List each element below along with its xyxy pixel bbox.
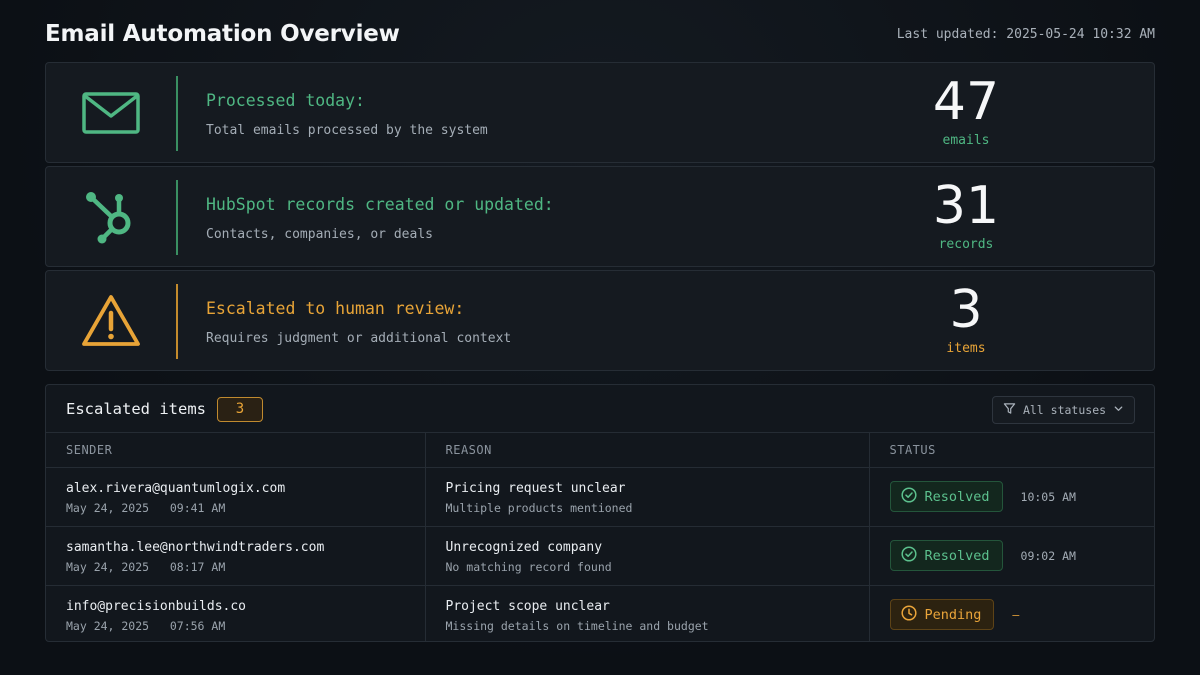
status-badge[interactable]: Resolved <box>889 481 1003 512</box>
panel-header: Escalated items 3 All statuses <box>46 385 1154 433</box>
card-label: Escalated to human review: <box>206 299 465 318</box>
card-divider <box>176 284 178 359</box>
received-date: May 24, 2025 07:56 AM <box>66 618 226 633</box>
card-hubspot-records: HubSpot records created or updated: Cont… <box>45 166 1155 267</box>
status-label: Resolved <box>924 547 990 564</box>
sender-email: samantha.lee@northwindtraders.com <box>66 539 325 555</box>
table-row[interactable]: alex.rivera@quantumlogix.com May 24, 202… <box>46 467 1154 527</box>
card-label: HubSpot records created or updated: <box>206 195 554 214</box>
card-divider <box>176 180 178 255</box>
column-header-reason[interactable]: REASON <box>424 433 869 468</box>
status-time: — <box>1012 607 1020 622</box>
reason-detail: No matching record found <box>445 559 612 574</box>
status-cell: Resolved 10:05 AM <box>868 467 1154 527</box>
sender-email: info@precisionbuilds.co <box>66 598 247 614</box>
metric-unit: records <box>938 237 994 252</box>
hubspot-icon <box>76 189 146 245</box>
clock-icon <box>900 604 917 625</box>
table-row[interactable]: info@precisionbuilds.co May 24, 2025 07:… <box>46 585 1154 641</box>
escalated-items-panel: Escalated items 3 All statuses SENDER RE… <box>45 384 1155 642</box>
status-label: Pending <box>924 606 982 623</box>
sender-cell: info@precisionbuilds.co May 24, 2025 07:… <box>46 585 425 641</box>
mail-icon <box>76 85 146 141</box>
received-date: May 24, 2025 09:41 AM <box>66 500 226 515</box>
filter-icon <box>1003 402 1016 418</box>
reason-detail: Missing details on timeline and budget <box>445 618 709 633</box>
page-header: Email Automation Overview Last updated: … <box>45 18 1155 50</box>
sender-cell: samantha.lee@northwindtraders.com May 24… <box>46 526 425 586</box>
filter-label: All statuses <box>1022 403 1107 417</box>
reason-cell: Project scope unclear Missing details on… <box>424 585 869 641</box>
reason-title: Pricing request unclear <box>445 480 626 496</box>
status-filter-dropdown[interactable]: All statuses <box>992 396 1135 424</box>
column-header-status[interactable]: STATUS <box>868 433 1154 468</box>
card-metric: 31 records <box>866 177 1066 252</box>
metric-value: 3 <box>949 280 983 340</box>
status-time: 09:02 AM <box>1020 548 1076 563</box>
table-row[interactable]: samantha.lee@northwindtraders.com May 24… <box>46 526 1154 586</box>
status-label: Resolved <box>924 488 990 505</box>
escalated-items-table: SENDER REASON STATUS alex.rivera@quantum… <box>46 433 1154 641</box>
reason-title: Unrecognized company <box>445 539 603 555</box>
card-escalated-review: Escalated to human review: Requires judg… <box>45 270 1155 371</box>
card-divider <box>176 76 178 151</box>
card-processed-today: Processed today: Total emails processed … <box>45 62 1155 163</box>
chevron-down-icon <box>1113 403 1124 417</box>
status-cell: Resolved 09:02 AM <box>868 526 1154 586</box>
escalated-count-badge: 3 <box>217 397 263 422</box>
panel-title: Escalated items <box>66 400 206 418</box>
sender-email: alex.rivera@quantumlogix.com <box>66 480 286 496</box>
status-badge[interactable]: Pending <box>889 599 995 630</box>
reason-cell: Pricing request unclear Multiple product… <box>424 467 869 527</box>
last-updated-timestamp: Last updated: 2025-05-24 10:32 AM <box>896 26 1155 42</box>
sender-cell: alex.rivera@quantumlogix.com May 24, 202… <box>46 467 425 527</box>
status-cell: Pending — <box>868 585 1154 641</box>
received-date: May 24, 2025 08:17 AM <box>66 559 226 574</box>
metric-value: 47 <box>932 72 1000 132</box>
metric-unit: items <box>946 341 986 356</box>
reason-title: Project scope unclear <box>445 598 610 614</box>
metric-unit: emails <box>942 133 990 148</box>
warning-icon <box>76 293 146 349</box>
card-description: Requires judgment or additional context <box>206 331 512 346</box>
check-circle-icon <box>900 545 917 566</box>
card-label: Processed today: <box>206 91 365 110</box>
page-title: Email Automation Overview <box>45 21 400 47</box>
metric-value: 31 <box>932 176 1000 236</box>
card-metric: 47 emails <box>866 73 1066 148</box>
card-description: Contacts, companies, or deals <box>206 227 433 242</box>
reason-detail: Multiple products mentioned <box>445 500 633 515</box>
reason-cell: Unrecognized company No matching record … <box>424 526 869 586</box>
card-metric: 3 items <box>866 281 1066 356</box>
status-badge[interactable]: Resolved <box>889 540 1003 571</box>
column-header-sender[interactable]: SENDER <box>46 433 425 468</box>
status-time: 10:05 AM <box>1020 489 1076 504</box>
card-description: Total emails processed by the system <box>206 123 488 138</box>
check-circle-icon <box>900 486 917 507</box>
